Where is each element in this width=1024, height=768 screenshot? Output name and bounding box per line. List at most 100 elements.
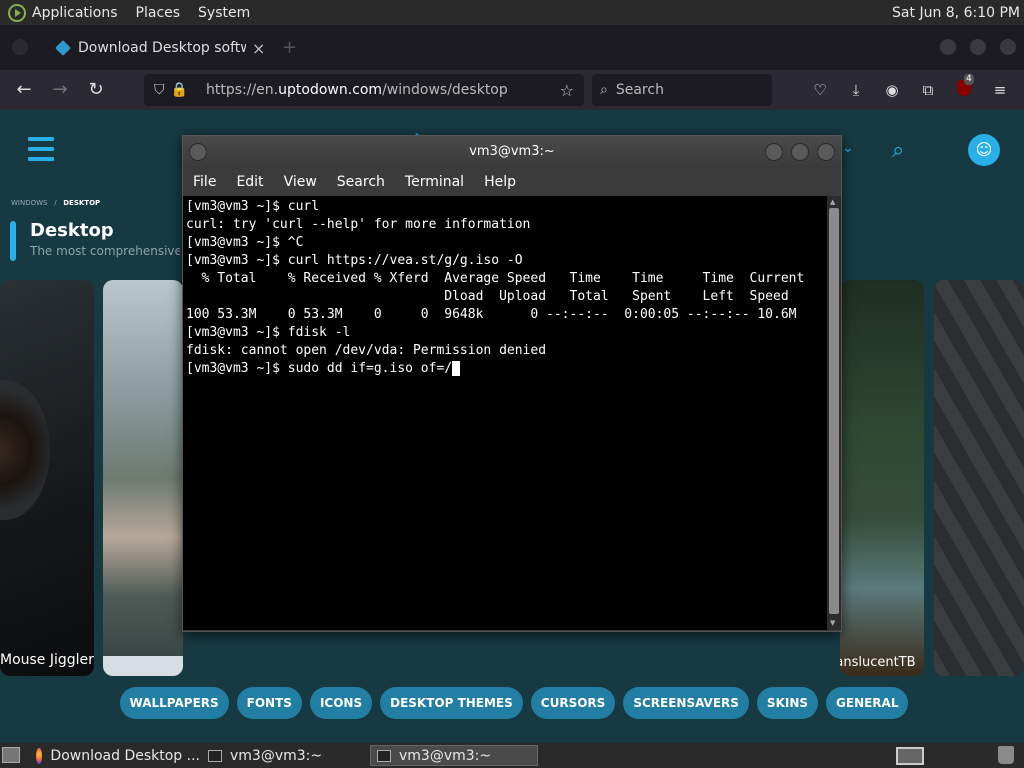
terminal-line: % Total % Received % Xferd Average Speed… — [186, 271, 805, 286]
top-panel: Applications Places System Sat Jun 8, 6:… — [0, 0, 1024, 25]
firefox-view-icon[interactable] — [12, 39, 28, 55]
chevron-down-icon[interactable]: ⌄ — [842, 140, 854, 156]
terminal-title: vm3@vm3:~ — [469, 144, 555, 159]
account-icon[interactable]: ◉ — [882, 80, 902, 100]
terminal-line: fdisk: cannot open /dev/vda: Permission … — [186, 343, 547, 358]
terminal-output[interactable]: [vm3@vm3 ~]$ curl curl: try 'curl --help'… — [183, 196, 827, 630]
bottom-panel: Download Desktop ... vm3@vm3:~ vm3@vm3:~ — [0, 743, 1024, 768]
extensions-icon[interactable]: ⧉ — [918, 80, 938, 100]
terminal-line: 100 53.3M 0 53.3M 0 0 9648k 0 --:--:-- 0… — [186, 307, 797, 322]
taskbar-label: vm3@vm3:~ — [230, 747, 323, 764]
category-cursors[interactable]: CURSORS — [530, 687, 616, 719]
browser-navbar: ← → ↻ ⛉🔒 https://en.uptodown.com/windows… — [0, 70, 1024, 110]
scrollbar-thumb[interactable] — [829, 208, 839, 614]
scroll-down-icon[interactable]: ▼ — [830, 619, 835, 627]
url-text[interactable]: https://en.uptodown.com/windows/desktop — [206, 82, 560, 98]
menu-system[interactable]: System — [198, 5, 250, 21]
terminal-icon — [208, 749, 222, 762]
terminal-titlebar[interactable]: vm3@vm3:~ — [183, 136, 841, 168]
app-card-label: TranslucentTB — [840, 655, 916, 670]
breadcrumb-desktop: DESKTOP — [63, 199, 101, 207]
app-card-wallpaper[interactable] — [103, 280, 183, 676]
browser-tab[interactable]: Download Desktop softwar × — [40, 33, 266, 63]
search-placeholder: Search — [615, 82, 664, 98]
terminal-line: [vm3@vm3 ~]$ fdisk -l — [186, 325, 351, 340]
menu-view[interactable]: View — [284, 174, 317, 190]
search-icon: ⌕ — [600, 82, 608, 98]
scroll-up-icon[interactable]: ▲ — [830, 198, 835, 206]
downloads-icon[interactable]: ⤓ — [846, 80, 866, 100]
terminal-input-line[interactable]: [vm3@vm3 ~]$ sudo dd if=g.iso of=/ — [186, 360, 824, 378]
menu-help[interactable]: Help — [484, 174, 516, 190]
category-icons[interactable]: ICONS — [309, 687, 373, 719]
category-accent-bar — [10, 221, 16, 261]
hamburger-menu-icon[interactable]: ≡ — [990, 80, 1010, 100]
terminal-icon — [377, 749, 391, 762]
bookmark-star-icon[interactable]: ☆ — [560, 81, 574, 100]
clock[interactable]: Sat Jun 8, 6:10 PM — [892, 5, 1020, 21]
close-window-icon[interactable] — [1000, 39, 1016, 55]
user-avatar-icon[interactable]: ☺ — [968, 134, 1000, 166]
reload-icon[interactable]: ↻ — [84, 79, 108, 101]
back-arrow-icon[interactable]: ← — [12, 79, 36, 101]
tab-title: Download Desktop softwar — [78, 40, 246, 56]
taskbar-item-firefox[interactable]: Download Desktop ... — [30, 745, 200, 766]
terminal-menubar: File Edit View Search Terminal Help — [183, 168, 841, 196]
app-card-image — [0, 380, 50, 520]
menu-edit[interactable]: Edit — [236, 174, 263, 190]
maximize-icon[interactable] — [791, 143, 809, 161]
app-card-next[interactable] — [934, 280, 1024, 676]
forward-arrow-icon[interactable]: → — [48, 79, 72, 101]
fedora-logo-icon[interactable] — [8, 3, 26, 22]
taskbar-label: Download Desktop ... — [50, 747, 200, 764]
menu-terminal[interactable]: Terminal — [405, 174, 464, 190]
page-search-icon[interactable]: ⌕ — [892, 138, 904, 163]
search-input[interactable]: ⌕ Search — [592, 74, 772, 106]
terminal-line: curl: try 'curl --help' for more informa… — [186, 217, 531, 232]
url-bar[interactable]: ⛉🔒 https://en.uptodown.com/windows/deskt… — [144, 74, 584, 106]
shield-lock-icon[interactable]: ⛉🔒 — [154, 82, 206, 98]
menu-places[interactable]: Places — [136, 5, 181, 21]
terminal-line: Dload Upload Total Spent Left Speed — [186, 289, 789, 304]
menu-file[interactable]: File — [193, 174, 216, 190]
browser-tab-strip: Download Desktop softwar × + — [0, 25, 1024, 70]
taskbar-item-terminal-2[interactable]: vm3@vm3:~ — [370, 745, 538, 766]
category-general[interactable]: GENERAL — [826, 687, 909, 719]
minimize-icon[interactable] — [765, 143, 783, 161]
terminal-scrollbar[interactable]: ▲ ▼ — [827, 196, 841, 630]
extension-badge: 4 — [964, 74, 974, 85]
window-menu-icon[interactable] — [189, 143, 207, 161]
category-screensavers[interactable]: SCREENSAVERS — [623, 687, 749, 719]
category-skins[interactable]: SKINS — [756, 687, 819, 719]
breadcrumb-windows[interactable]: WINDOWS — [11, 199, 48, 207]
category-pills: WALLPAPERS FONTS ICONS DESKTOP THEMES CU… — [0, 687, 1024, 723]
uptodown-favicon-icon — [55, 40, 71, 56]
minimize-window-icon[interactable] — [940, 39, 956, 55]
windows-taskbar-preview — [103, 656, 183, 676]
close-icon[interactable] — [817, 143, 835, 161]
terminal-current-input[interactable]: sudo dd if=g.iso of=/ — [288, 361, 452, 376]
tab-close-icon[interactable]: × — [252, 39, 265, 58]
maximize-window-icon[interactable] — [970, 39, 986, 55]
category-fonts[interactable]: FONTS — [236, 687, 302, 719]
menu-applications[interactable]: Applications — [32, 5, 118, 21]
terminal-line: [vm3@vm3 ~]$ curl — [186, 199, 320, 214]
app-card-mouse-jiggler[interactable]: Mouse Jiggler — [0, 280, 94, 676]
pocket-icon[interactable]: ♡ — [810, 80, 830, 100]
site-menu-icon[interactable] — [28, 137, 54, 161]
category-desktop-themes[interactable]: DESKTOP THEMES — [380, 687, 523, 719]
terminal-line: [vm3@vm3 ~]$ ^C — [186, 235, 304, 250]
firefox-icon — [36, 747, 43, 764]
new-tab-icon[interactable]: + — [282, 37, 297, 58]
menu-search[interactable]: Search — [337, 174, 385, 190]
terminal-prompt: [vm3@vm3 ~]$ — [186, 361, 288, 376]
page-title: Desktop — [30, 220, 114, 241]
taskbar-item-terminal-1[interactable]: vm3@vm3:~ — [202, 745, 368, 766]
show-desktop-icon[interactable] — [2, 747, 20, 763]
terminal-window[interactable]: vm3@vm3:~ File Edit View Search Terminal… — [182, 135, 842, 632]
workspace-switcher[interactable] — [896, 747, 924, 765]
category-wallpapers[interactable]: WALLPAPERS — [119, 687, 229, 719]
app-card-translucenttb[interactable]: TranslucentTB — [840, 280, 924, 676]
trash-icon[interactable] — [998, 746, 1014, 764]
ublock-icon[interactable]: 4 — [954, 74, 974, 100]
